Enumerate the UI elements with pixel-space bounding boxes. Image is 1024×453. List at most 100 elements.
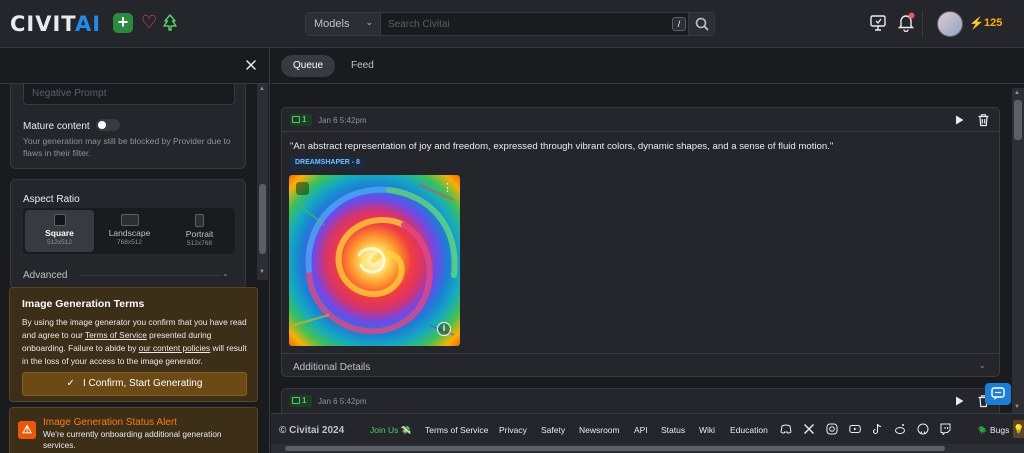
divider [922, 10, 923, 38]
footer-link-api[interactable]: API [634, 425, 648, 435]
aspect-option-name: Portrait [185, 229, 214, 239]
footer-link-safety[interactable]: Safety [541, 425, 565, 435]
confirm-start-button[interactable]: ✓ I Confirm, Start Generating [22, 372, 247, 396]
scrollbar-thumb[interactable] [259, 184, 266, 254]
warning-icon: ⚠ [18, 421, 36, 439]
advanced-toggle[interactable]: Advanced [23, 270, 67, 281]
top-bar: CIVITAI + ♡ Models ⌄ Search Civitai / ⚡ 1… [0, 0, 1024, 48]
trash-icon[interactable] [977, 113, 990, 127]
tab-queue[interactable]: Queue [281, 55, 336, 77]
instagram-icon[interactable] [826, 423, 838, 435]
generation-main: Queue Feed 1 Jan 6 5:42pm "An abstract r… [271, 48, 1024, 453]
generated-image-art [289, 175, 460, 346]
footer-bugs-link[interactable]: 🪲 Bugs [977, 425, 1009, 436]
generation-card-header: 1 Jan 6 5:42pm [282, 108, 999, 132]
info-icon[interactable]: i [437, 322, 451, 336]
aspect-option-portrait[interactable]: Portrait 512x768 [165, 210, 234, 252]
close-icon[interactable] [243, 57, 259, 73]
generated-image[interactable]: ⋮ i [289, 175, 460, 346]
create-plus-icon[interactable]: + [113, 13, 133, 33]
scroll-up-arrow[interactable]: ▲ [259, 86, 265, 92]
generation-date: Jan 6 5:42pm [318, 116, 367, 125]
horizontal-scrollbar[interactable] [271, 444, 1024, 453]
footer-copyright: © Civitai 2024 [279, 425, 345, 436]
landscape-shape-icon [120, 214, 139, 226]
generation-terms-panel: Image Generation Terms By using the imag… [9, 287, 258, 402]
aspect-option-dims: 512x768 [187, 240, 212, 247]
sidebar-header [0, 48, 269, 84]
footer-link-wiki[interactable]: Wiki [699, 425, 715, 435]
search-type-select[interactable]: Models ⌄ [306, 13, 381, 35]
tiktok-icon[interactable] [871, 423, 883, 435]
scroll-down-arrow[interactable]: ▼ [1014, 404, 1020, 410]
twitch-icon[interactable] [939, 423, 951, 435]
negative-prompt-input[interactable]: Negative Prompt [23, 83, 235, 105]
mature-content-toggle[interactable] [96, 119, 120, 131]
chevron-down-icon: ⌄ [979, 361, 986, 370]
footer-link-newsroom[interactable]: Newsroom [579, 425, 620, 435]
image-select-checkbox[interactable] [296, 182, 309, 195]
aspect-option-name: Square [45, 228, 74, 238]
model-tag[interactable]: DREAMSHAPER - 8 [290, 157, 365, 169]
alert-title: Image Generation Status Alert [43, 417, 177, 428]
scroll-up-arrow[interactable]: ▲ [1014, 90, 1020, 96]
civitai-logo[interactable]: CIVITAI [10, 12, 101, 36]
reddit-icon[interactable] [894, 423, 906, 435]
aspect-option-name: Landscape [108, 228, 151, 238]
chevron-down-icon[interactable]: ⌄ [222, 269, 229, 278]
footer-link-terms[interactable]: Terms of Service [425, 425, 488, 435]
additional-details-toggle[interactable]: Additional Details ⌄ [282, 353, 999, 376]
search-bar: Models ⌄ Search Civitai / [305, 12, 715, 36]
footer-link-privacy[interactable]: Privacy [499, 425, 527, 435]
monitor-icon[interactable] [870, 14, 886, 32]
additional-details-label: Additional Details [293, 362, 371, 373]
scrollbar-thumb[interactable] [1014, 100, 1022, 140]
search-input[interactable]: Search Civitai [388, 19, 450, 30]
sidebar-scrollbar[interactable]: ▲ ▼ [257, 84, 268, 280]
aspect-option-square[interactable]: Square 512x512 [25, 210, 94, 252]
heart-icon[interactable]: ♡ [141, 12, 157, 33]
aspect-ratio-card: Aspect Ratio Square 512x512 Landscape 76… [10, 179, 246, 289]
chevron-down-icon: ⌄ [365, 17, 373, 27]
youtube-icon[interactable] [849, 423, 861, 435]
generation-card: 1 Jan 6 5:42pm "An abstract representati… [281, 107, 1000, 377]
tab-feed[interactable]: Feed [339, 55, 386, 77]
aspect-option-dims: 768x512 [117, 239, 142, 246]
terms-title: Image Generation Terms [22, 298, 145, 310]
image-icon [292, 397, 300, 404]
mature-content-label: Mature content [23, 121, 90, 132]
bell-icon[interactable] [897, 12, 915, 32]
play-icon[interactable] [953, 395, 965, 407]
aspect-option-dims: 512x512 [47, 239, 72, 246]
avatar[interactable] [937, 11, 963, 37]
footer-join-link[interactable]: Join Us 💸 [370, 425, 411, 436]
scrollbar-thumb[interactable] [285, 446, 945, 451]
footer-link-education[interactable]: Education [730, 425, 768, 435]
divider [81, 275, 221, 276]
image-icon [292, 116, 300, 123]
main-scrollbar[interactable]: ▲ ▼ [1012, 88, 1024, 414]
discord-icon[interactable] [780, 423, 792, 435]
content-policies-link[interactable]: our content policies [139, 343, 211, 353]
terms-body: By using the image generator you confirm… [22, 317, 247, 366]
bolt-icon: ⚡ [969, 16, 984, 30]
more-options-icon[interactable]: ⋮ [442, 181, 453, 194]
tabs-bar: Queue Feed [271, 48, 1024, 84]
play-icon[interactable] [953, 114, 965, 126]
terms-of-service-link[interactable]: Terms of Service [85, 330, 147, 340]
scroll-down-arrow[interactable]: ▼ [259, 269, 265, 275]
search-button[interactable] [688, 13, 714, 35]
github-icon[interactable] [917, 423, 929, 435]
tree-icon[interactable] [163, 14, 177, 32]
bulb-icon[interactable]: 💡 [1013, 420, 1024, 438]
aspect-option-landscape[interactable]: Landscape 768x512 [95, 210, 164, 252]
footer-link-status[interactable]: Status [661, 425, 685, 435]
generation-sidebar: Negative Prompt Mature content Your gene… [0, 48, 270, 453]
mature-content-note: Your generation may still be blocked by … [23, 136, 231, 158]
buzz-count[interactable]: 125 [984, 17, 1002, 29]
portrait-shape-icon [195, 214, 204, 227]
chat-button[interactable] [985, 383, 1011, 405]
generation-date: Jan 6 5:42pm [318, 397, 367, 406]
x-icon[interactable] [803, 423, 815, 435]
prompt-settings-card: Negative Prompt Mature content Your gene… [10, 80, 246, 169]
